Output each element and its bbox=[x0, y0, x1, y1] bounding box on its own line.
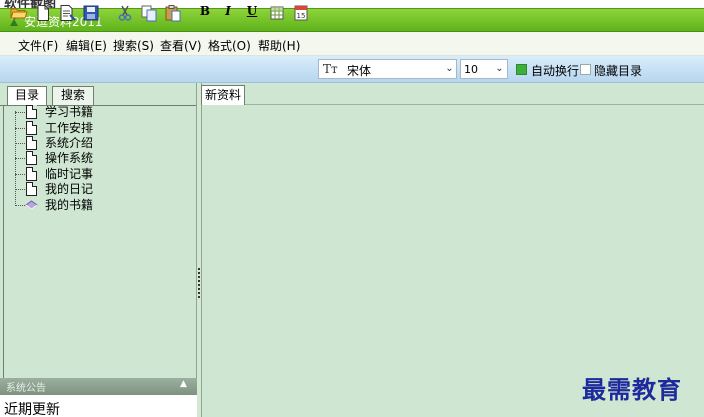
editor-area[interactable] bbox=[201, 83, 704, 417]
tree-item-label: 我的书籍 bbox=[45, 198, 94, 212]
open-folder-icon[interactable] bbox=[10, 4, 28, 22]
italic-button[interactable]: I bbox=[219, 4, 237, 22]
tab-directory[interactable]: 目录 bbox=[7, 86, 47, 105]
tree-item-label: 学习书籍 bbox=[45, 105, 94, 119]
tree-item-label: 操作系统 bbox=[45, 151, 94, 165]
notice-content: 近期更新 bbox=[4, 402, 60, 417]
copy-icon[interactable] bbox=[140, 4, 158, 22]
tree-item-label: 工作安排 bbox=[45, 121, 94, 135]
font-type-icon: Tт bbox=[323, 62, 338, 76]
directory-panel: 目录 搜索 学习书籍 工作安排 系统介绍 操作系统 临时记事 我的日记 我的书籍 bbox=[0, 83, 197, 417]
table-grid-icon[interactable] bbox=[268, 4, 286, 22]
hide-toc-label[interactable]: 隐藏目录 bbox=[594, 62, 642, 79]
menu-edit[interactable]: 编辑(E) bbox=[66, 37, 107, 54]
document-icon bbox=[26, 151, 37, 165]
word-wrap-label[interactable]: 自动换行 bbox=[531, 62, 579, 79]
tree-item-label: 系统介绍 bbox=[45, 136, 94, 150]
word-wrap-checkbox[interactable] bbox=[516, 64, 527, 75]
document-icon bbox=[26, 105, 37, 119]
calendar-date-icon[interactable]: 15 bbox=[292, 4, 310, 22]
tab-new-document[interactable]: 新资料 bbox=[201, 85, 245, 105]
splitter-grip-handle[interactable] bbox=[198, 268, 200, 298]
notice-title: 系统公告 bbox=[6, 383, 46, 394]
collapse-arrow-icon[interactable]: ▲ bbox=[180, 379, 187, 389]
hide-toc-checkbox[interactable] bbox=[580, 64, 591, 75]
menu-search[interactable]: 搜索(S) bbox=[113, 37, 154, 54]
watermark: 最需教育 bbox=[582, 375, 682, 404]
tree-item-label: 临时记事 bbox=[45, 167, 94, 181]
save-icon[interactable] bbox=[82, 4, 100, 22]
bold-button[interactable]: B bbox=[196, 4, 214, 22]
editor-tab-divider bbox=[245, 104, 704, 105]
menu-file[interactable]: 文件(F) bbox=[18, 37, 58, 54]
menu-bar: 文件(F) 编辑(E) 搜索(S) 查看(V) 格式(O) 帮助(H) bbox=[0, 32, 704, 56]
new-document-icon[interactable] bbox=[34, 4, 52, 22]
font-family-value: 宋体 bbox=[347, 64, 372, 78]
underline-button[interactable]: U bbox=[243, 4, 261, 22]
menu-help[interactable]: 帮助(H) bbox=[258, 37, 300, 54]
document-icon bbox=[26, 182, 37, 196]
menu-format[interactable]: 格式(O) bbox=[208, 37, 251, 54]
cut-icon[interactable] bbox=[116, 4, 134, 22]
menu-view[interactable]: 查看(V) bbox=[160, 37, 202, 54]
book-icon bbox=[25, 200, 38, 210]
document-icon bbox=[26, 136, 37, 150]
tab-search[interactable]: 搜索 bbox=[52, 86, 94, 105]
document-icon bbox=[26, 167, 37, 181]
svg-text:15: 15 bbox=[297, 12, 306, 20]
document-icon bbox=[26, 121, 37, 135]
chevron-down-icon[interactable]: ⌄ bbox=[442, 59, 457, 79]
font-size-value: 10 bbox=[464, 63, 478, 76]
title-bar: 安逗资料2011 bbox=[0, 8, 704, 32]
top-strip: 软件截图 bbox=[0, 0, 704, 8]
font-family-select[interactable]: Tт 宋体 bbox=[318, 59, 457, 79]
tree-item-label: 我的日记 bbox=[45, 182, 94, 196]
paste-icon[interactable] bbox=[164, 4, 182, 22]
chevron-down-icon[interactable]: ⌄ bbox=[492, 59, 507, 79]
edit-document-icon[interactable] bbox=[58, 4, 76, 22]
